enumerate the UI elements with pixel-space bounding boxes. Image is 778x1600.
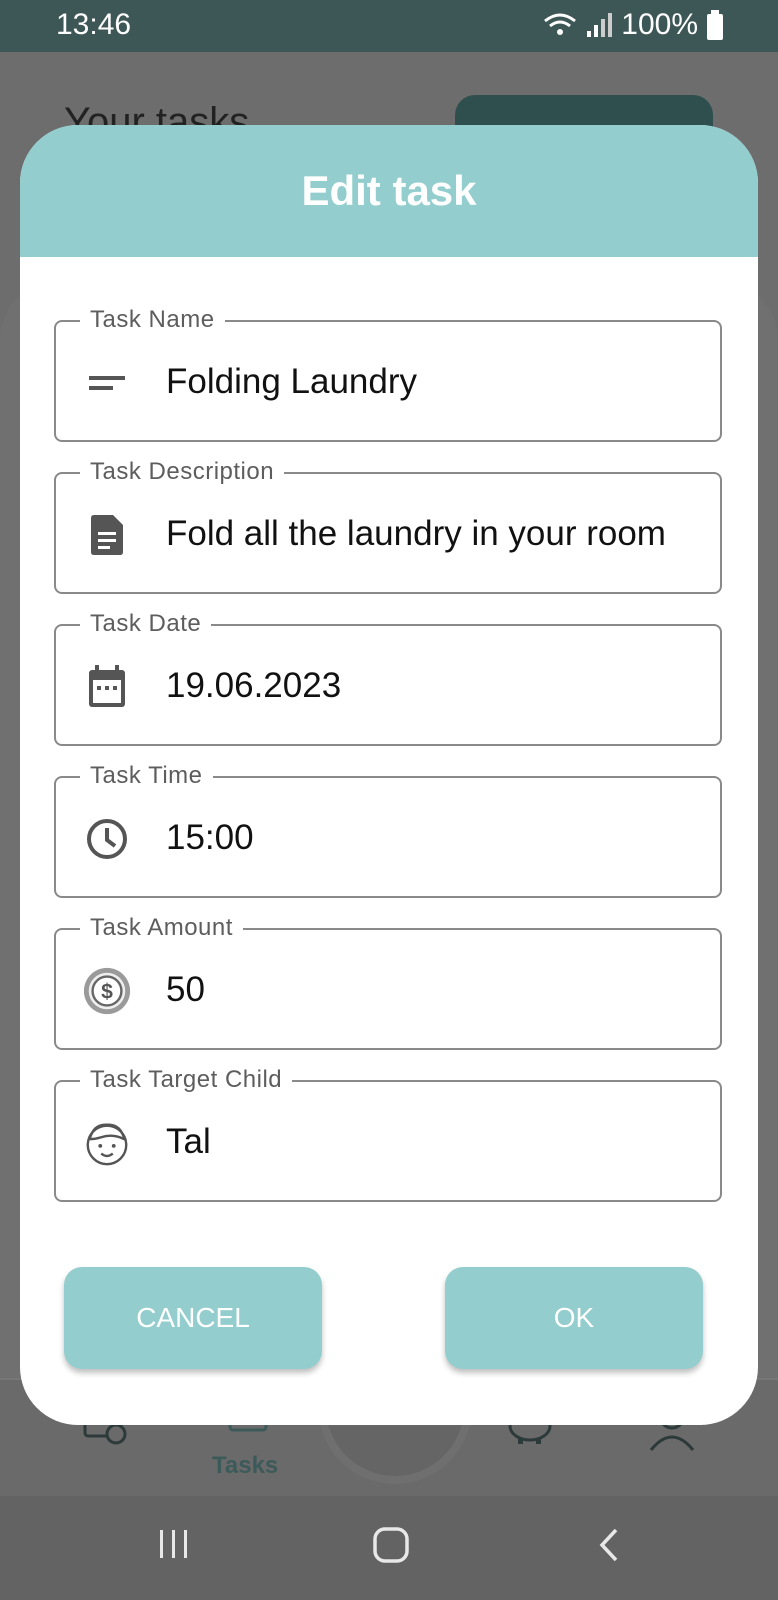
nav-tasks-label: Tasks (212, 1452, 279, 1479)
task-amount-label: Task Amount (80, 914, 243, 942)
dialog-title: Edit task (301, 167, 477, 214)
task-description-label: Task Description (80, 458, 285, 486)
task-date-field[interactable]: Task Date 19.06.2023 (54, 610, 722, 746)
task-target-child-label: Task Target Child (80, 1066, 293, 1094)
clock-icon (82, 814, 132, 864)
cancel-button[interactable]: CANCEL (64, 1267, 322, 1369)
task-amount-field[interactable]: Task Amount $ 50 (54, 914, 722, 1050)
task-description-value[interactable]: Fold all the laundry in your room (166, 514, 686, 554)
status-time: 13:46 (56, 8, 132, 41)
dialog-header: Edit task (20, 125, 758, 257)
recents-icon[interactable] (156, 1526, 192, 1562)
task-time-label: Task Time (80, 762, 213, 790)
task-target-child-field[interactable]: Task Target Child Tal (54, 1066, 722, 1202)
dollar-coin-icon: $ (82, 966, 132, 1016)
child-face-icon (82, 1118, 132, 1168)
status-bar: 13:46 100% (0, 0, 778, 52)
back-icon[interactable] (596, 1526, 622, 1564)
document-icon (82, 510, 132, 560)
task-date-value[interactable]: 19.06.2023 (166, 666, 686, 706)
battery-icon (707, 10, 723, 40)
svg-text:$: $ (101, 981, 113, 1004)
signal-icon (587, 13, 613, 37)
task-target-child-value[interactable]: Tal (166, 1122, 686, 1162)
ok-button[interactable]: OK (445, 1267, 703, 1369)
task-name-value[interactable]: Folding Laundry (166, 362, 686, 402)
task-time-field[interactable]: Task Time 15:00 (54, 762, 722, 898)
task-name-field[interactable]: Task Name Folding Laundry (54, 306, 722, 442)
short-text-icon (82, 358, 132, 408)
task-time-value[interactable]: 15:00 (166, 818, 686, 858)
edit-task-dialog: Edit task Task Name Folding Laundry Task… (20, 125, 758, 1425)
task-description-field[interactable]: Task Description Fold all the laundry in… (54, 458, 722, 594)
battery-percent: 100% (621, 8, 698, 41)
task-date-label: Task Date (80, 610, 212, 638)
task-amount-value[interactable]: 50 (166, 970, 686, 1010)
task-name-label: Task Name (80, 306, 225, 334)
wifi-icon (544, 13, 577, 35)
system-navigation-bar (0, 1496, 778, 1600)
home-icon[interactable] (372, 1526, 410, 1564)
calendar-icon (82, 662, 132, 712)
